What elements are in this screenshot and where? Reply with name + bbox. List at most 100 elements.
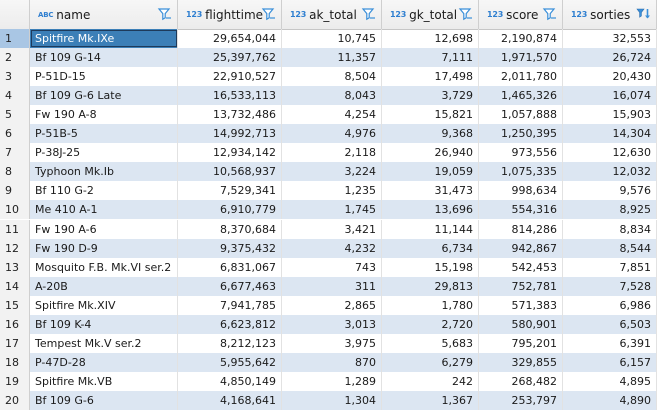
cell-score[interactable]: 268,482 bbox=[479, 371, 563, 391]
cell-ak-total[interactable]: 10,745 bbox=[282, 29, 382, 49]
row-number[interactable]: 15 bbox=[0, 295, 30, 315]
cell-sorties[interactable]: 7,528 bbox=[563, 276, 657, 296]
cell-score[interactable]: 571,383 bbox=[479, 295, 563, 315]
cell-sorties[interactable]: 8,834 bbox=[563, 219, 657, 239]
table-row[interactable]: P-51D-15 22,910,527 8,504 17,498 2,011,780 20… bbox=[30, 67, 657, 87]
cell-flighttime[interactable]: 12,934,142 bbox=[178, 143, 282, 163]
row-number[interactable]: 20 bbox=[0, 390, 30, 410]
cell-gk-total[interactable]: 11,144 bbox=[382, 219, 479, 239]
cell-ak-total[interactable]: 1,304 bbox=[282, 390, 382, 410]
cell-ak-total[interactable]: 870 bbox=[282, 352, 382, 372]
row-number[interactable]: 4 bbox=[0, 86, 30, 106]
row-number[interactable]: 13 bbox=[0, 257, 30, 277]
row-number[interactable]: 18 bbox=[0, 352, 30, 372]
cell-gk-total[interactable]: 3,729 bbox=[382, 86, 479, 106]
cell-name[interactable]: Bf 109 G-14 bbox=[30, 48, 178, 68]
cell-flighttime[interactable]: 6,623,812 bbox=[178, 314, 282, 334]
cell-gk-total[interactable]: 31,473 bbox=[382, 181, 479, 201]
cell-sorties[interactable]: 6,157 bbox=[563, 352, 657, 372]
cell-name[interactable]: P-38J-25 bbox=[30, 143, 178, 163]
cell-gk-total[interactable]: 1,367 bbox=[382, 390, 479, 410]
cell-ak-total[interactable]: 2,865 bbox=[282, 295, 382, 315]
table-row[interactable]: Spitfire Mk.IXe 29,654,044 10,745 12,698 2,1… bbox=[30, 29, 657, 49]
row-number[interactable]: 16 bbox=[0, 314, 30, 334]
cell-flighttime[interactable]: 6,910,779 bbox=[178, 200, 282, 220]
cell-ak-total[interactable]: 2,118 bbox=[282, 143, 382, 163]
cell-sorties[interactable]: 6,391 bbox=[563, 333, 657, 353]
cell-gk-total[interactable]: 7,111 bbox=[382, 48, 479, 68]
cell-flighttime[interactable]: 4,168,641 bbox=[178, 390, 282, 410]
cell-ak-total[interactable]: 4,254 bbox=[282, 105, 382, 125]
cell-ak-total[interactable]: 3,421 bbox=[282, 219, 382, 239]
table-row[interactable]: Spitfire Mk.XIV 7,941,785 2,865 1,780 571,38… bbox=[30, 295, 657, 315]
cell-name[interactable]: Bf 110 G-2 bbox=[30, 181, 178, 201]
filter-icon[interactable] bbox=[457, 6, 473, 22]
table-row[interactable]: Fw 190 A-6 8,370,684 3,421 11,144 814,286 8,8… bbox=[30, 219, 657, 239]
cell-ak-total[interactable]: 4,232 bbox=[282, 238, 382, 258]
cell-ak-total[interactable]: 3,975 bbox=[282, 333, 382, 353]
cell-sorties[interactable]: 4,895 bbox=[563, 371, 657, 391]
cell-flighttime[interactable]: 10,568,937 bbox=[178, 162, 282, 182]
cell-flighttime[interactable]: 9,375,432 bbox=[178, 238, 282, 258]
cell-score[interactable]: 2,190,874 bbox=[479, 29, 563, 49]
table-row[interactable]: Mosquito F.B. Mk.VI ser.2 6,831,067 743 15,… bbox=[30, 257, 657, 277]
filter-icon[interactable] bbox=[541, 6, 557, 22]
cell-sorties[interactable]: 32,553 bbox=[563, 29, 657, 49]
table-row[interactable]: Tempest Mk.V ser.2 8,212,123 3,975 5,683 795… bbox=[30, 333, 657, 353]
cell-sorties[interactable]: 7,851 bbox=[563, 257, 657, 277]
cell-sorties[interactable]: 9,576 bbox=[563, 181, 657, 201]
cell-score[interactable]: 542,453 bbox=[479, 257, 563, 277]
cell-name[interactable]: Typhoon Mk.Ib bbox=[30, 162, 178, 182]
row-number[interactable]: 8 bbox=[0, 162, 30, 182]
row-number[interactable]: 2 bbox=[0, 48, 30, 68]
cell-score[interactable]: 1,057,888 bbox=[479, 105, 563, 125]
cell-flighttime[interactable]: 4,850,149 bbox=[178, 371, 282, 391]
cell-name[interactable]: Tempest Mk.V ser.2 bbox=[30, 333, 178, 353]
cell-flighttime[interactable]: 25,397,762 bbox=[178, 48, 282, 68]
cell-gk-total[interactable]: 12,698 bbox=[382, 29, 479, 49]
cell-ak-total[interactable]: 1,289 bbox=[282, 371, 382, 391]
row-number[interactable]: 7 bbox=[0, 143, 30, 163]
cell-score[interactable]: 795,201 bbox=[479, 333, 563, 353]
cell-flighttime[interactable]: 6,677,463 bbox=[178, 276, 282, 296]
row-number[interactable]: 14 bbox=[0, 276, 30, 296]
cell-gk-total[interactable]: 9,368 bbox=[382, 124, 479, 144]
column-header-ak-total[interactable]: 123 ak_total bbox=[282, 0, 382, 29]
cell-sorties[interactable]: 6,503 bbox=[563, 314, 657, 334]
cell-ak-total[interactable]: 3,013 bbox=[282, 314, 382, 334]
cell-sorties[interactable]: 12,630 bbox=[563, 143, 657, 163]
cell-flighttime[interactable]: 6,831,067 bbox=[178, 257, 282, 277]
table-row[interactable]: Spitfire Mk.VB 4,850,149 1,289 242 268,482 4,… bbox=[30, 371, 657, 391]
filter-icon[interactable] bbox=[360, 6, 376, 22]
cell-name[interactable]: Bf 109 K-4 bbox=[30, 314, 178, 334]
cell-flighttime[interactable]: 13,732,486 bbox=[178, 105, 282, 125]
cell-name[interactable]: P-47D-28 bbox=[30, 352, 178, 372]
cell-flighttime[interactable]: 22,910,527 bbox=[178, 67, 282, 87]
table-row[interactable]: Bf 109 K-4 6,623,812 3,013 2,720 580,901 6,50… bbox=[30, 314, 657, 334]
cell-flighttime[interactable]: 7,941,785 bbox=[178, 295, 282, 315]
table-row[interactable]: Bf 109 G-6 Late 16,533,113 8,043 3,729 1,465… bbox=[30, 86, 657, 106]
cell-score[interactable]: 253,797 bbox=[479, 390, 563, 410]
cell-gk-total[interactable]: 2,720 bbox=[382, 314, 479, 334]
sort-desc-icon[interactable] bbox=[635, 6, 651, 22]
cell-name[interactable]: P-51D-15 bbox=[30, 67, 178, 87]
table-row[interactable]: Fw 190 D-9 9,375,432 4,232 6,734 942,867 8,54… bbox=[30, 238, 657, 258]
cell-flighttime[interactable]: 8,212,123 bbox=[178, 333, 282, 353]
cell-score[interactable]: 998,634 bbox=[479, 181, 563, 201]
cell-ak-total[interactable]: 1,235 bbox=[282, 181, 382, 201]
cell-name[interactable]: Fw 190 D-9 bbox=[30, 238, 178, 258]
row-number[interactable]: 19 bbox=[0, 371, 30, 391]
cell-sorties[interactable]: 14,304 bbox=[563, 124, 657, 144]
cell-sorties[interactable]: 26,724 bbox=[563, 48, 657, 68]
row-number[interactable]: 1 bbox=[0, 29, 30, 49]
cell-name[interactable]: Fw 190 A-8 bbox=[30, 105, 178, 125]
cell-gk-total[interactable]: 5,683 bbox=[382, 333, 479, 353]
cell-gk-total[interactable]: 15,821 bbox=[382, 105, 479, 125]
cell-name[interactable]: Bf 109 G-6 Late bbox=[30, 86, 178, 106]
cell-ak-total[interactable]: 311 bbox=[282, 276, 382, 296]
table-row[interactable]: Me 410 A-1 6,910,779 1,745 13,696 554,316 8,9… bbox=[30, 200, 657, 220]
cell-score[interactable]: 2,011,780 bbox=[479, 67, 563, 87]
cell-name[interactable]: Me 410 A-1 bbox=[30, 200, 178, 220]
table-row[interactable]: Fw 190 A-8 13,732,486 4,254 15,821 1,057,888… bbox=[30, 105, 657, 125]
cell-score[interactable]: 1,250,395 bbox=[479, 124, 563, 144]
